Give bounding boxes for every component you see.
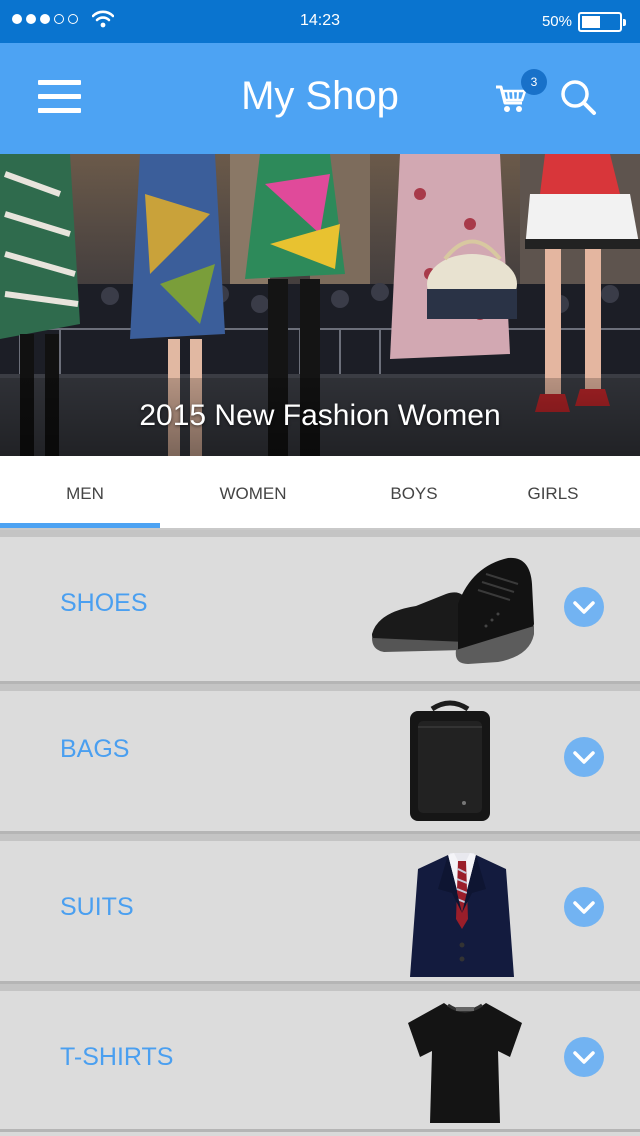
category-item-tshirts[interactable]: T-SHIRTS <box>0 984 640 1132</box>
tab-boys[interactable]: BOYS <box>336 484 492 504</box>
category-label: SUITS <box>60 893 134 921</box>
status-bar: 14:23 50% <box>0 0 640 43</box>
category-item-shoes[interactable]: SHOES <box>0 530 640 684</box>
promo-banner[interactable]: 2015 New Fashion Women <box>0 154 640 456</box>
category-tabs: MEN WOMEN BOYS GIRLS <box>0 456 640 530</box>
tab-men[interactable]: MEN <box>0 484 170 504</box>
category-item-suits[interactable]: SUITS <box>0 834 640 984</box>
search-icon[interactable] <box>559 78 597 116</box>
app-header: My Shop 3 <box>0 43 640 154</box>
chevron-down-icon[interactable] <box>564 587 604 627</box>
category-label: T-SHIRTS <box>60 1043 174 1071</box>
chevron-down-icon[interactable] <box>564 737 604 777</box>
battery-icon <box>578 12 626 32</box>
banner-caption: 2015 New Fashion Women <box>139 399 501 432</box>
tab-selected-indicator <box>0 523 160 528</box>
tab-girls[interactable]: GIRLS <box>492 484 614 504</box>
backpack-image <box>410 700 490 821</box>
cart-count-badge: 3 <box>521 69 547 95</box>
suit-image <box>410 853 514 977</box>
chevron-down-icon[interactable] <box>564 887 604 927</box>
category-label: BAGS <box>60 735 130 763</box>
tshirt-image <box>408 1003 522 1123</box>
tab-women[interactable]: WOMEN <box>170 484 336 504</box>
shoe-image <box>372 557 534 664</box>
chevron-down-icon[interactable] <box>564 1037 604 1077</box>
battery-percentage: 50% <box>541 13 572 30</box>
category-item-bags[interactable]: BAGS <box>0 684 640 834</box>
category-label: SHOES <box>60 589 148 617</box>
